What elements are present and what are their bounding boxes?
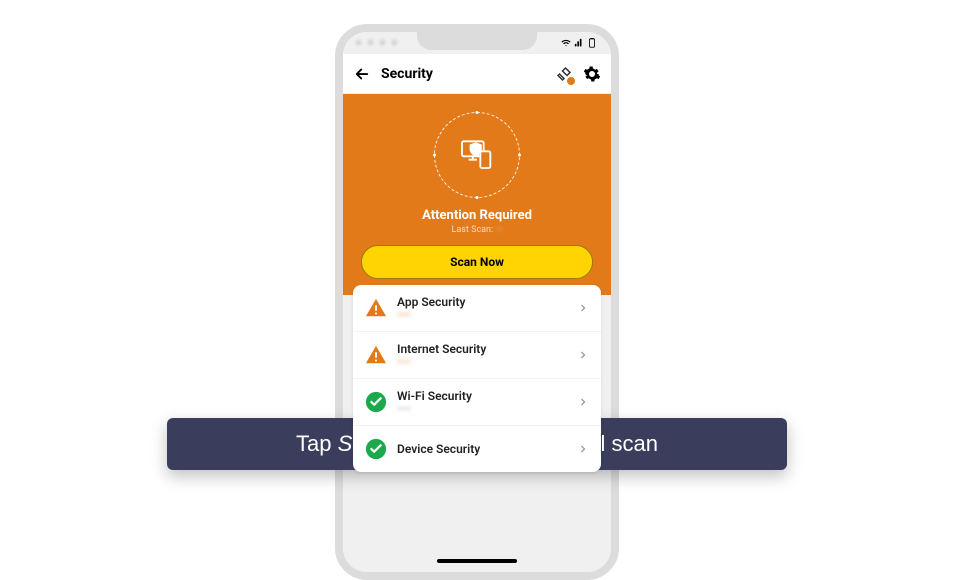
caption-pre: Tap — [296, 431, 338, 456]
page-title: Security — [381, 66, 545, 82]
row-title: App Security — [397, 295, 567, 309]
security-list: App Security —— Internet Security —— — [343, 285, 611, 550]
app-header: Security — [343, 54, 611, 94]
status-carrier: • • • • — [357, 38, 399, 49]
chevron-right-icon — [577, 349, 589, 361]
status-icons — [561, 38, 597, 48]
gear-icon[interactable] — [583, 65, 601, 83]
chevron-right-icon — [577, 396, 589, 408]
scan-now-button[interactable]: Scan Now — [361, 245, 593, 279]
scan-now-label: Scan Now — [450, 255, 504, 269]
lastscan-label: Last Scan: — [452, 225, 496, 235]
home-indicator[interactable] — [437, 559, 517, 563]
row-subtitle: —— — [397, 311, 567, 321]
nav-bar — [343, 550, 611, 572]
chevron-right-icon — [577, 302, 589, 314]
phone-frame: • • • • Security — [335, 24, 619, 580]
hero-subtitle: Last Scan: — — [452, 225, 503, 235]
list-item-device-security[interactable]: Device Security — [353, 426, 601, 472]
row-title: Internet Security — [397, 342, 567, 356]
row-title: Device Security — [397, 442, 567, 456]
signal-icon — [574, 38, 584, 48]
row-subtitle: —— — [397, 358, 567, 368]
list-item-wifi-security[interactable]: Wi-Fi Security —— — [353, 379, 601, 426]
monitor-shield-icon — [457, 133, 497, 177]
list-item-app-security[interactable]: App Security —— — [353, 285, 601, 332]
security-card: App Security —— Internet Security —— — [353, 285, 601, 472]
row-title: Wi-Fi Security — [397, 389, 567, 403]
scan-ring — [434, 112, 520, 198]
battery-icon — [587, 38, 597, 48]
chevron-right-icon — [577, 443, 589, 455]
app-screen: • • • • Security — [343, 32, 611, 572]
hero-panel: Attention Required Last Scan: — Scan Now — [343, 94, 611, 295]
check-icon — [365, 391, 387, 413]
warning-icon — [365, 297, 387, 319]
tools-icon[interactable] — [555, 65, 573, 83]
back-arrow-icon[interactable] — [353, 65, 371, 83]
hero-title: Attention Required — [422, 208, 532, 223]
list-item-internet-security[interactable]: Internet Security —— — [353, 332, 601, 379]
phone-notch — [417, 32, 537, 50]
wifi-icon — [561, 38, 571, 48]
check-icon — [365, 438, 387, 460]
tools-badge — [566, 76, 576, 86]
warning-icon — [365, 344, 387, 366]
lastscan-value: — — [495, 225, 502, 235]
row-subtitle: —— — [397, 405, 567, 415]
